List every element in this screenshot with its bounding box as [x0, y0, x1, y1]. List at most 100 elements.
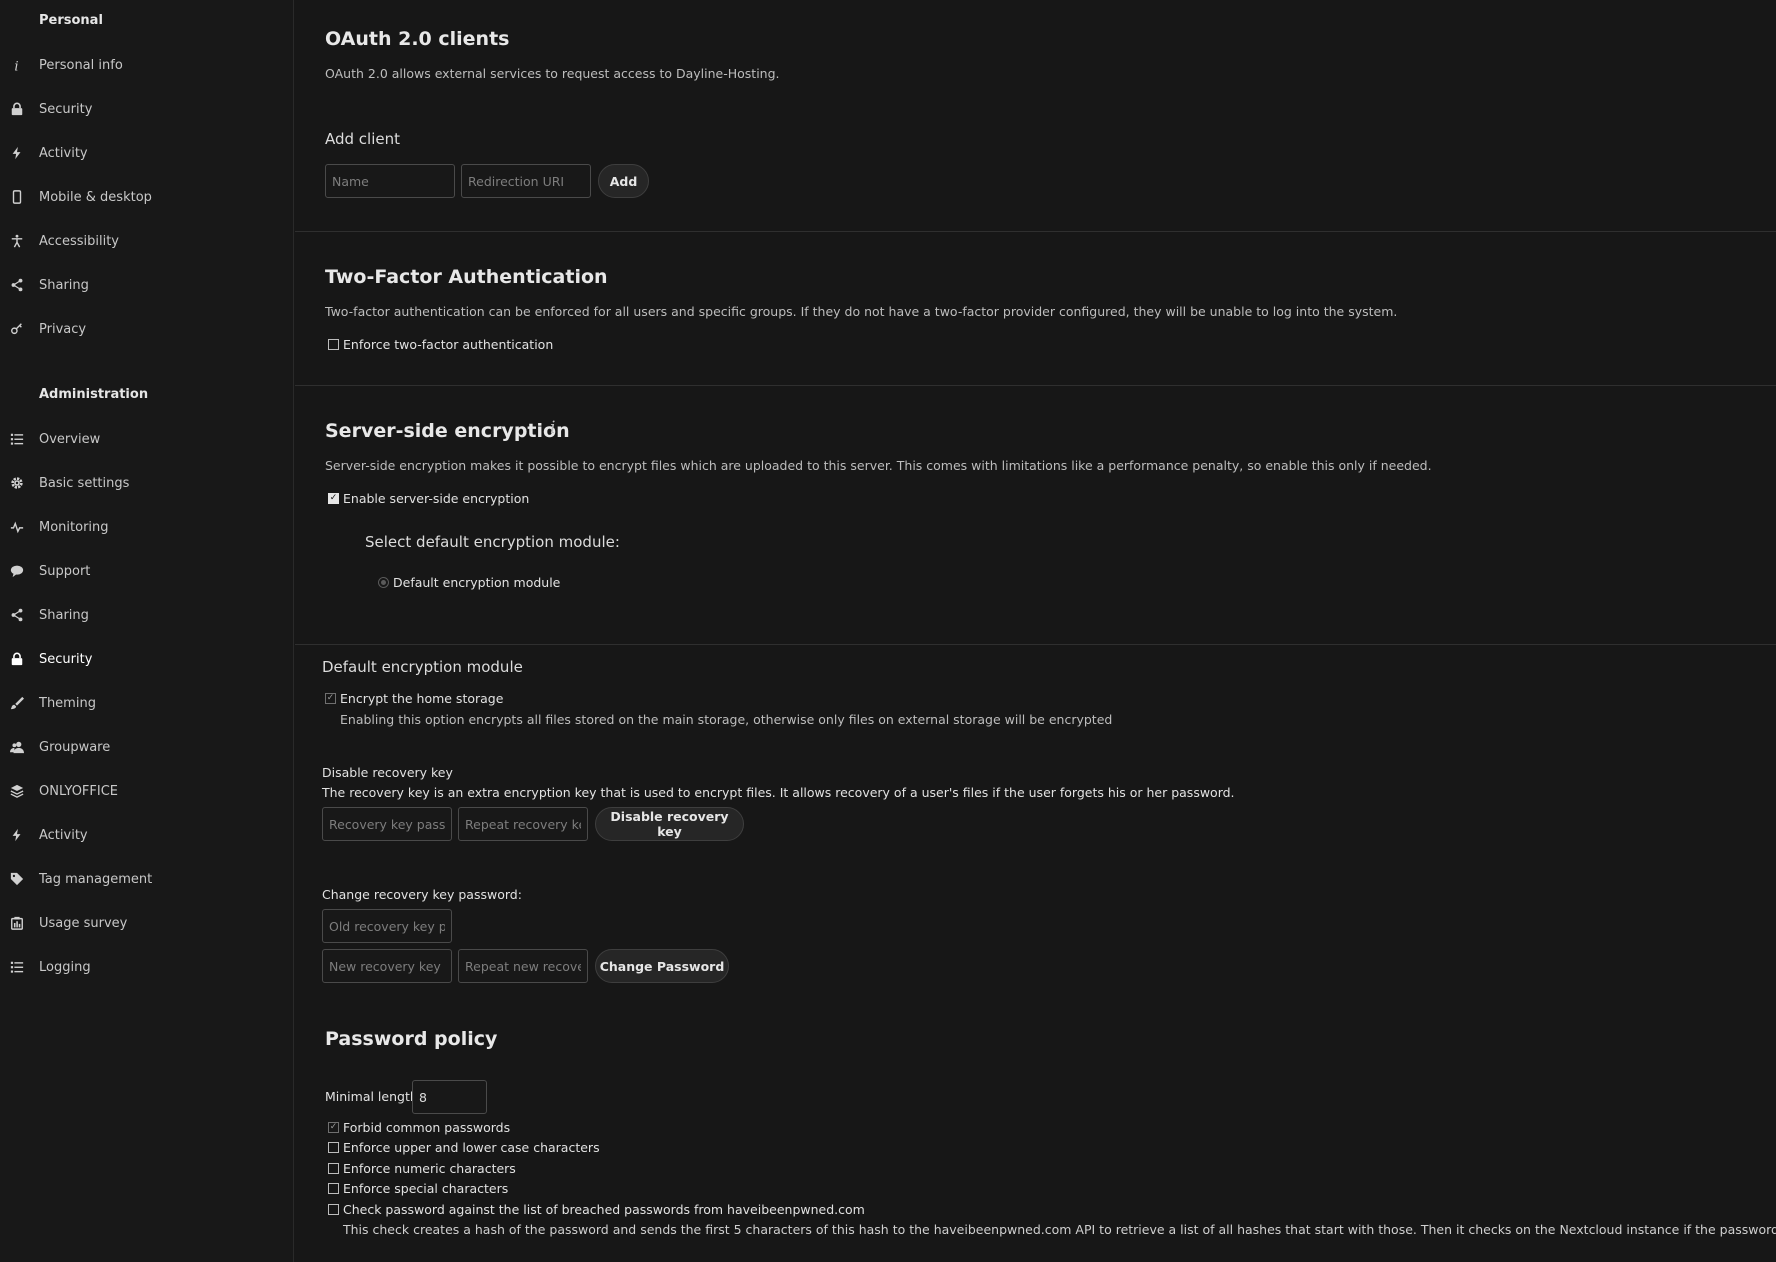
change-recovery-title: Change recovery key password: — [322, 887, 522, 902]
gear-icon — [8, 474, 26, 492]
sidebar-item-admin-activity[interactable]: Activity — [0, 815, 293, 855]
survey-icon — [8, 914, 26, 932]
sidebar-item-onlyoffice[interactable]: ONLYOFFICE — [0, 771, 293, 811]
section-divider — [295, 385, 1776, 386]
sidebar-item-admin-security[interactable]: Security — [0, 639, 293, 679]
password-policy-title: Password policy — [325, 1028, 498, 1050]
special-checkbox[interactable]: Enforce special characters — [328, 1181, 508, 1196]
sidebar-caption-administration: Administration — [39, 387, 149, 402]
sidebar-item-personal-sharing[interactable]: Sharing — [0, 265, 293, 305]
sidebar-item-label: Activity — [39, 145, 88, 161]
radio-button[interactable] — [378, 577, 389, 588]
minimal-length-input[interactable] — [412, 1080, 487, 1114]
list-icon — [8, 430, 26, 448]
group-icon — [8, 738, 26, 756]
section-divider — [295, 644, 1776, 645]
breached-checkbox[interactable]: Check password against the list of breac… — [328, 1202, 865, 1217]
chat-icon — [8, 562, 26, 580]
new-recovery-password-input[interactable] — [322, 949, 452, 983]
encrypt-home-checkbox[interactable]: Encrypt the home storage — [325, 691, 503, 706]
sidebar-item-label: Mobile & desktop — [39, 189, 152, 205]
enable-encryption-checkbox[interactable]: Enable server-side encryption — [328, 491, 529, 506]
sidebar-item-monitoring[interactable]: Monitoring — [0, 507, 293, 547]
sidebar-item-personal-activity[interactable]: Activity — [0, 133, 293, 173]
svg-text:i: i — [14, 59, 18, 72]
sidebar-item-label: Monitoring — [39, 519, 109, 535]
encryption-title: Server-side encryption — [325, 420, 570, 442]
phone-icon — [8, 188, 26, 206]
sidebar-item-basic-settings[interactable]: Basic settings — [0, 463, 293, 503]
two-factor-title: Two-Factor Authentication — [325, 266, 608, 288]
checkbox-box[interactable] — [328, 339, 339, 350]
sidebar-item-label: Accessibility — [39, 233, 119, 249]
encryption-description: Server-side encryption makes it possible… — [325, 458, 1432, 473]
checkbox-label: Enable server-side encryption — [343, 491, 530, 506]
checkbox-label: Enforce two-factor authentication — [343, 337, 554, 352]
checkbox-label: Encrypt the home storage — [340, 691, 504, 706]
checkbox-box[interactable] — [328, 1204, 339, 1215]
sidebar-item-logging[interactable]: Logging — [0, 947, 293, 987]
sidebar-item-accessibility[interactable]: Accessibility — [0, 221, 293, 261]
info-icon[interactable]: i — [550, 418, 555, 438]
checkbox-box[interactable] — [325, 693, 336, 704]
paintbrush-icon — [8, 694, 26, 712]
list-icon — [8, 958, 26, 976]
repeat-new-recovery-password-input[interactable] — [458, 949, 588, 983]
sidebar-item-privacy[interactable]: Privacy — [0, 309, 293, 349]
checkbox-box[interactable] — [328, 493, 339, 504]
settings-content: OAuth 2.0 clients OAuth 2.0 allows exter… — [295, 0, 1776, 1262]
sidebar-item-support[interactable]: Support — [0, 551, 293, 591]
info-icon: i — [8, 56, 26, 74]
sidebar-item-admin-sharing[interactable]: Sharing — [0, 595, 293, 635]
sidebar-item-label: Security — [39, 101, 93, 117]
sidebar-item-groupware[interactable]: Groupware — [0, 727, 293, 767]
sidebar-item-label: Overview — [39, 431, 101, 447]
sidebar-item-mobile-desktop[interactable]: Mobile & desktop — [0, 177, 293, 217]
minimal-length-label: Minimal length — [325, 1089, 418, 1104]
sidebar-item-usage-survey[interactable]: Usage survey — [0, 903, 293, 943]
checkbox-label: Forbid common passwords — [343, 1120, 511, 1135]
sidebar-item-personal-security[interactable]: Security — [0, 89, 293, 129]
checkbox-box[interactable] — [328, 1183, 339, 1194]
checkbox-label: Enforce upper and lower case characters — [343, 1140, 600, 1155]
disable-recovery-key-button[interactable]: Disable recovery key — [595, 807, 744, 841]
forbid-common-checkbox[interactable]: Forbid common passwords — [328, 1120, 510, 1135]
redirection-uri-input[interactable] — [461, 164, 591, 198]
add-client-button[interactable]: Add — [598, 164, 649, 198]
disable-recovery-title: Disable recovery key — [322, 765, 453, 780]
upper-lower-checkbox[interactable]: Enforce upper and lower case characters — [328, 1140, 600, 1155]
key-icon — [8, 320, 26, 338]
oauth-title: OAuth 2.0 clients — [325, 28, 510, 50]
change-password-button[interactable]: Change Password — [595, 949, 729, 983]
sidebar-item-label: Activity — [39, 827, 88, 843]
enforce-two-factor-checkbox[interactable]: Enforce two-factor authentication — [328, 337, 553, 352]
sidebar-item-theming[interactable]: Theming — [0, 683, 293, 723]
checkbox-box[interactable] — [328, 1142, 339, 1153]
numeric-checkbox[interactable]: Enforce numeric characters — [328, 1161, 516, 1176]
repeat-recovery-password-input[interactable] — [458, 807, 588, 841]
layers-icon — [8, 782, 26, 800]
sidebar-item-overview[interactable]: Overview — [0, 419, 293, 459]
checkbox-box[interactable] — [328, 1122, 339, 1133]
checkbox-box[interactable] — [328, 1163, 339, 1174]
lock-icon — [8, 100, 26, 118]
select-module-title: Select default encryption module: — [365, 533, 620, 551]
client-name-input[interactable] — [325, 164, 455, 198]
sidebar-caption-personal: Personal — [39, 13, 103, 28]
encrypt-home-description: Enabling this option encrypts all files … — [340, 712, 1113, 727]
default-module-radio[interactable]: Default encryption module — [378, 575, 560, 590]
sidebar-item-label: Logging — [39, 959, 91, 975]
sidebar-item-tag-management[interactable]: Tag management — [0, 859, 293, 899]
share-icon — [8, 276, 26, 294]
recovery-password-input[interactable] — [322, 807, 452, 841]
accessibility-icon — [8, 232, 26, 250]
sidebar-item-label: Personal info — [39, 57, 123, 73]
sidebar-item-label: Privacy — [39, 321, 87, 337]
checkbox-label: Enforce special characters — [343, 1181, 509, 1196]
sidebar-item-personal-info[interactable]: i Personal info — [0, 45, 293, 85]
section-divider — [295, 231, 1776, 232]
disable-recovery-description: The recovery key is an extra encryption … — [322, 785, 1235, 800]
old-recovery-password-input[interactable] — [322, 909, 452, 943]
sidebar-item-label: Tag management — [39, 871, 153, 887]
oauth-description: OAuth 2.0 allows external services to re… — [325, 66, 780, 81]
